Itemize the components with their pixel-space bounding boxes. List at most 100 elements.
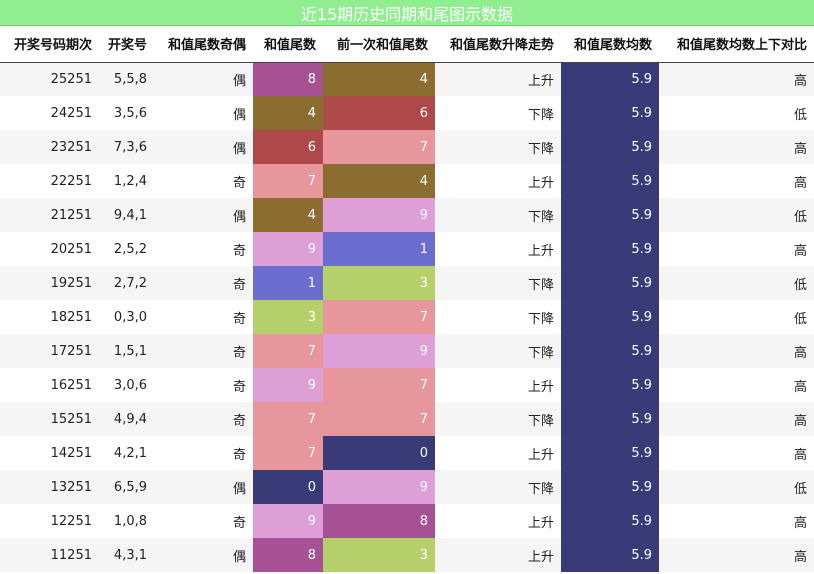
tail-cell: 7 (253, 402, 323, 436)
tail-cell: 7 (253, 436, 323, 470)
avg-cell: 5.9 (561, 334, 659, 368)
trend-cell: 上升 (435, 436, 561, 470)
numbers-cell: 0,3,0 (99, 300, 154, 334)
compare-cell: 低 (659, 198, 814, 232)
avg-cell: 5.9 (561, 62, 659, 96)
numbers-cell: 9,4,1 (99, 198, 154, 232)
tail-cell: 8 (253, 538, 323, 572)
table-row: 25251 5,5,8 偶 8 4 上升 5.9 高 (0, 62, 814, 96)
parity-cell: 偶 (154, 198, 253, 232)
tail-cell: 9 (253, 232, 323, 266)
parity-cell: 奇 (154, 300, 253, 334)
avg-cell: 5.9 (561, 504, 659, 538)
parity-cell: 奇 (154, 334, 253, 368)
compare-cell: 高 (659, 62, 814, 96)
avg-cell: 5.9 (561, 198, 659, 232)
header-period[interactable]: 开奖号码期次 (0, 26, 99, 63)
compare-cell: 高 (659, 538, 814, 572)
table-row: 17251 1,5,1 奇 7 9 下降 5.9 高 (0, 334, 814, 368)
table-title: 近15期历史同期和尾图示数据 (0, 0, 814, 26)
header-prev-tail[interactable]: 前一次和值尾数 (323, 26, 435, 63)
parity-cell: 偶 (154, 130, 253, 164)
trend-cell: 下降 (435, 96, 561, 130)
table-row: 21251 9,4,1 偶 4 9 下降 5.9 低 (0, 198, 814, 232)
period-cell: 20251 (0, 232, 99, 266)
numbers-cell: 3,0,6 (99, 368, 154, 402)
numbers-cell: 1,0,8 (99, 504, 154, 538)
avg-cell: 5.9 (561, 164, 659, 198)
trend-cell: 下降 (435, 470, 561, 504)
avg-cell: 5.9 (561, 96, 659, 130)
table-row: 14251 4,2,1 奇 7 0 上升 5.9 高 (0, 436, 814, 470)
avg-cell: 5.9 (561, 436, 659, 470)
numbers-cell: 4,2,1 (99, 436, 154, 470)
prev-tail-cell: 3 (323, 266, 435, 300)
header-avg[interactable]: 和值尾数均数 (561, 26, 659, 63)
trend-cell: 下降 (435, 266, 561, 300)
avg-cell: 5.9 (561, 232, 659, 266)
compare-cell: 高 (659, 504, 814, 538)
period-cell: 11251 (0, 538, 99, 572)
trend-cell: 上升 (435, 164, 561, 198)
parity-cell: 奇 (154, 368, 253, 402)
parity-cell: 奇 (154, 232, 253, 266)
header-numbers[interactable]: 开奖号 (99, 26, 154, 63)
header-compare[interactable]: 和值尾数均数上下对比 (659, 26, 814, 63)
table-row: 13251 6,5,9 偶 0 9 下降 5.9 低 (0, 470, 814, 504)
numbers-cell: 2,5,2 (99, 232, 154, 266)
period-cell: 12251 (0, 504, 99, 538)
prev-tail-cell: 1 (323, 232, 435, 266)
table-row: 22251 1,2,4 奇 7 4 上升 5.9 高 (0, 164, 814, 198)
trend-cell: 下降 (435, 130, 561, 164)
avg-cell: 5.9 (561, 368, 659, 402)
prev-tail-cell: 9 (323, 334, 435, 368)
trend-cell: 上升 (435, 62, 561, 96)
trend-cell: 上升 (435, 368, 561, 402)
period-cell: 24251 (0, 96, 99, 130)
header-tail[interactable]: 和值尾数 (253, 26, 323, 63)
compare-cell: 低 (659, 96, 814, 130)
numbers-cell: 4,9,4 (99, 402, 154, 436)
compare-cell: 低 (659, 266, 814, 300)
period-cell: 15251 (0, 402, 99, 436)
trend-cell: 上升 (435, 504, 561, 538)
prev-tail-cell: 7 (323, 402, 435, 436)
compare-cell: 高 (659, 232, 814, 266)
tail-cell: 7 (253, 164, 323, 198)
avg-cell: 5.9 (561, 538, 659, 572)
prev-tail-cell: 4 (323, 62, 435, 96)
compare-cell: 低 (659, 300, 814, 334)
period-cell: 16251 (0, 368, 99, 402)
header-trend[interactable]: 和值尾数升降走势 (435, 26, 561, 63)
table-row: 18251 0,3,0 奇 3 7 下降 5.9 低 (0, 300, 814, 334)
parity-cell: 奇 (154, 266, 253, 300)
period-cell: 14251 (0, 436, 99, 470)
header-parity[interactable]: 和值尾数奇偶 (154, 26, 253, 63)
tail-cell: 9 (253, 504, 323, 538)
parity-cell: 奇 (154, 504, 253, 538)
header-row: 开奖号码期次 开奖号 和值尾数奇偶 和值尾数 前一次和值尾数 和值尾数升降走势 … (0, 26, 814, 63)
tail-cell: 3 (253, 300, 323, 334)
period-cell: 22251 (0, 164, 99, 198)
period-cell: 21251 (0, 198, 99, 232)
numbers-cell: 1,5,1 (99, 334, 154, 368)
period-cell: 23251 (0, 130, 99, 164)
table-row: 23251 7,3,6 偶 6 7 下降 5.9 高 (0, 130, 814, 164)
tail-cell: 6 (253, 130, 323, 164)
table-body: 25251 5,5,8 偶 8 4 上升 5.9 高 24251 3,5,6 偶 4 6 下降 5.9 低 23… (0, 62, 814, 572)
prev-tail-cell: 9 (323, 198, 435, 232)
period-cell: 17251 (0, 334, 99, 368)
table-row: 20251 2,5,2 奇 9 1 上升 5.9 高 (0, 232, 814, 266)
prev-tail-cell: 7 (323, 368, 435, 402)
numbers-cell: 7,3,6 (99, 130, 154, 164)
trend-cell: 上升 (435, 538, 561, 572)
tail-cell: 9 (253, 368, 323, 402)
numbers-cell: 3,5,6 (99, 96, 154, 130)
tail-cell: 0 (253, 470, 323, 504)
compare-cell: 高 (659, 130, 814, 164)
numbers-cell: 2,7,2 (99, 266, 154, 300)
tail-cell: 4 (253, 96, 323, 130)
table-row: 12251 1,0,8 奇 9 8 上升 5.9 高 (0, 504, 814, 538)
numbers-cell: 6,5,9 (99, 470, 154, 504)
avg-cell: 5.9 (561, 130, 659, 164)
